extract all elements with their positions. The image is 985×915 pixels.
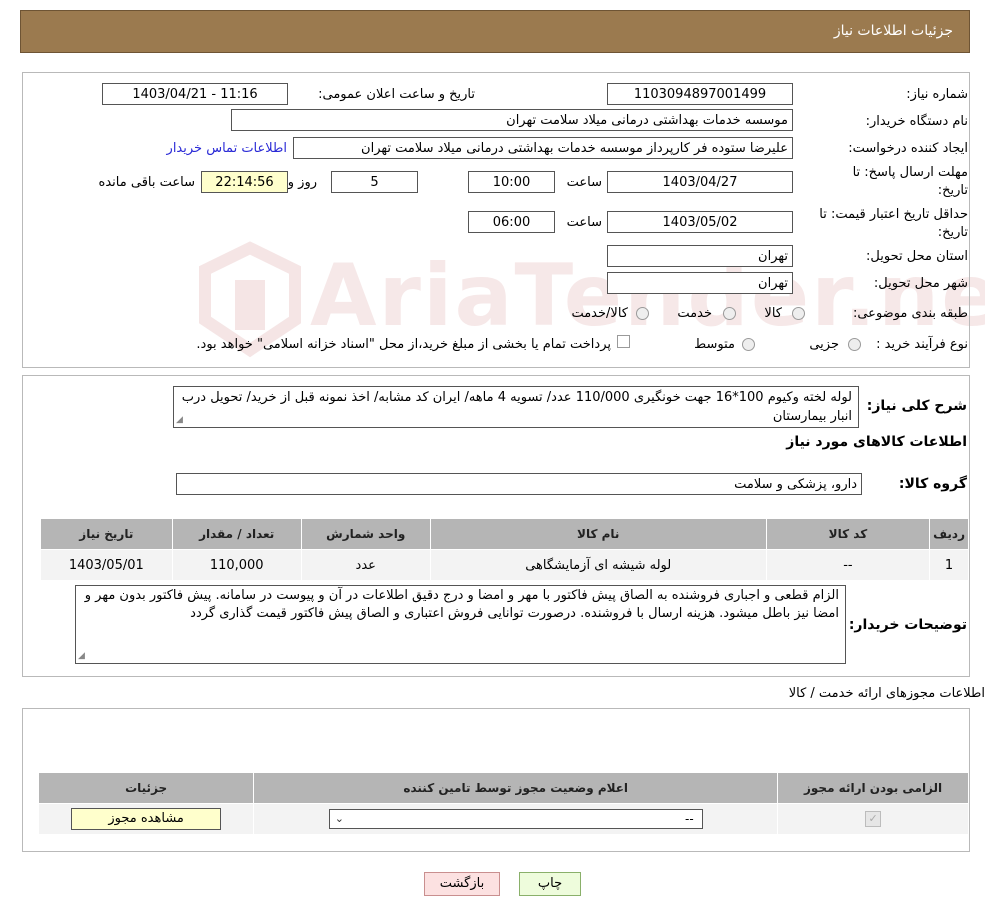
city-label: شهر محل تحویل: (873, 276, 968, 291)
view-permit-button[interactable]: مشاهده مجوز (71, 808, 222, 830)
cell-details: مشاهده مجوز (37, 803, 255, 835)
category-option-service: خدمت (677, 306, 712, 321)
deadline-label-date: تاریخ: (937, 183, 968, 198)
permit-status-select[interactable]: -- ⌄ (328, 809, 703, 829)
chevron-down-icon: ⌄ (334, 812, 344, 825)
col-header-row: ردیف (929, 518, 969, 550)
required-checkbox: ✓ (865, 811, 882, 827)
creator-field: علیرضا ستوده فر کارپرداز موسسه خدمات بهد… (293, 137, 793, 159)
buyer-org-label: نام دستگاه خریدار: (865, 114, 968, 129)
col-header-name: نام کالا (429, 518, 767, 550)
table-row: 1 -- لوله شیشه ای آزمایشگاهی عدد 110,000… (40, 549, 969, 581)
province-field: تهران (607, 245, 793, 267)
category-option-goods: کالا (764, 306, 782, 321)
validity-label: حداقل تاریخ اعتبار قیمت: تا (819, 207, 968, 222)
validity-time-field: 06:00 (468, 211, 555, 233)
col-header-status: اعلام وضعیت مجوز توسط تامین کننده (253, 772, 779, 804)
deadline-label: مهلت ارسال پاسخ: تا (852, 165, 968, 180)
process-radio-partial[interactable] (848, 338, 861, 351)
announce-label: تاریخ و ساعت اعلان عمومی: (318, 87, 475, 102)
city-field: تهران (607, 272, 793, 294)
goods-group-field: دارو، پزشکی و سلامت (176, 473, 862, 495)
summary-label: شرح کلی نیاز: (866, 398, 967, 414)
summary-textarea[interactable]: لوله لخته وکیوم 100*16 جهت خونگیری 110/0… (173, 386, 859, 428)
cell-status: -- ⌄ (253, 803, 779, 835)
cell-date: 1403/05/01 (40, 549, 173, 581)
deadline-time-field: 10:00 (468, 171, 555, 193)
goods-table: ردیف کد کالا نام کالا واحد شمارش تعداد /… (40, 518, 969, 581)
buyer-notes-text: الزام قطعی و اجباری فروشنده به الصاق پیش… (84, 588, 839, 621)
need-number-label: شماره نیاز: (906, 87, 968, 102)
table-row: ✓ -- ⌄ مشاهده مجوز (37, 803, 969, 835)
cell-row-number: 1 (929, 549, 969, 581)
col-header-qty: تعداد / مقدار (171, 518, 302, 550)
category-radio-goods-service[interactable] (636, 307, 649, 320)
category-option-goods-service: کالا/خدمت (571, 306, 628, 321)
col-header-required: الزامی بودن ارائه مجوز (777, 772, 969, 804)
cell-name: لوله شیشه ای آزمایشگاهی (429, 549, 767, 581)
process-note: پرداخت تمام یا بخشی از مبلغ خرید،از محل … (196, 337, 611, 352)
treasury-checkbox[interactable] (617, 335, 630, 348)
col-header-details: جزئیات (37, 772, 255, 804)
print-button[interactable]: چاپ (519, 872, 581, 896)
cell-code: -- (765, 549, 931, 581)
cell-unit: عدد (300, 549, 431, 581)
permits-table-header: الزامی بودن ارائه مجوز اعلام وضعیت مجوز … (37, 772, 969, 804)
creator-label: ایجاد کننده درخواست: (848, 141, 968, 156)
need-number-field: 1103094897001499 (607, 83, 793, 105)
announce-field: 1403/04/21 - 11:16 (102, 83, 288, 105)
buyer-notes-textarea[interactable]: الزام قطعی و اجباری فروشنده به الصاق پیش… (75, 585, 846, 664)
col-header-code: کد کالا (765, 518, 931, 550)
goods-group-label: گروه کالا: (898, 476, 967, 492)
validity-date-field: 1403/05/02 (607, 211, 793, 233)
deadline-time-label: ساعت (566, 175, 602, 190)
deadline-date-field: 1403/04/27 (607, 171, 793, 193)
permits-section-title: اطلاعات مجوزهای ارائه خدمت / کالا (788, 686, 985, 701)
col-header-unit: واحد شمارش (300, 518, 431, 550)
cell-required: ✓ (777, 803, 969, 835)
cell-qty: 110,000 (171, 549, 302, 581)
back-button[interactable]: بازگشت (424, 872, 500, 896)
remaining-time-field: 22:14:56 (201, 171, 288, 193)
permit-status-value: -- (685, 812, 694, 826)
page-header: جزئیات اطلاعات نیاز (20, 10, 970, 53)
process-label: نوع فرآیند خرید : (876, 337, 968, 352)
process-option-partial: جزیی (809, 337, 839, 352)
validity-label-date: تاریخ: (937, 225, 968, 240)
category-label: طبقه بندی موضوعی: (852, 306, 968, 321)
buyer-notes-label: توضیحات خریدار: (848, 617, 967, 633)
col-header-date: تاریخ نیاز (40, 518, 173, 550)
remaining-label: ساعت باقی مانده (98, 175, 195, 190)
summary-text: لوله لخته وکیوم 100*16 جهت خونگیری 110/0… (181, 390, 852, 424)
validity-time-label: ساعت (566, 215, 602, 230)
days-label: روز و (287, 175, 317, 190)
process-option-medium: متوسط (694, 337, 735, 352)
buyer-org-field: موسسه خدمات بهداشتی درمانی میلاد سلامت ت… (231, 109, 793, 131)
resize-grip-icon[interactable]: ◢ (78, 652, 85, 661)
permits-table: الزامی بودن ارائه مجوز اعلام وضعیت مجوز … (37, 772, 969, 835)
province-label: استان محل تحویل: (866, 249, 968, 264)
resize-grip-icon[interactable]: ◢ (176, 416, 183, 425)
buyer-contact-link[interactable]: اطلاعات تماس خریدار (167, 141, 287, 156)
category-radio-service[interactable] (723, 307, 736, 320)
process-radio-medium[interactable] (742, 338, 755, 351)
category-radio-goods[interactable] (792, 307, 805, 320)
goods-section-title: اطلاعات کالاهای مورد نیاز (786, 434, 967, 450)
days-field: 5 (331, 171, 418, 193)
goods-table-header: ردیف کد کالا نام کالا واحد شمارش تعداد /… (40, 518, 969, 550)
page-title: جزئیات اطلاعات نیاز (833, 23, 953, 39)
